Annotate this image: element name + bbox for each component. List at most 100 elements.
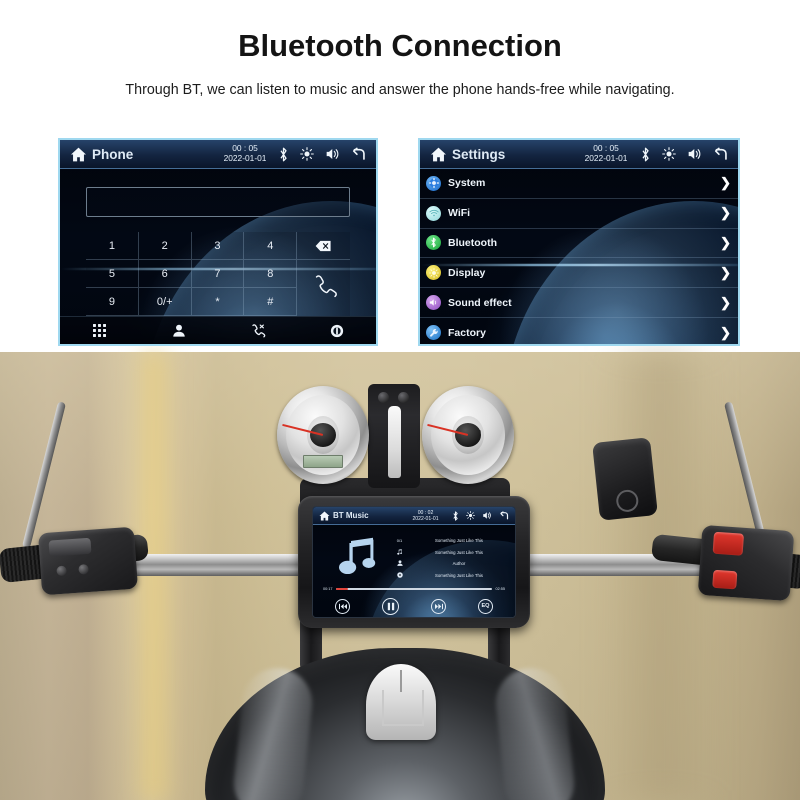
key-star[interactable]: * — [191, 288, 245, 316]
motorcycle-photo: km/h r/min x1000 — [0, 0, 800, 800]
playback-progress[interactable]: 00:17 02:55 — [323, 587, 505, 591]
home-icon[interactable] — [424, 147, 452, 162]
track-index-text: Something Just Like This — [435, 538, 483, 544]
track-index-row: 0/1 Something Just Like This — [395, 535, 509, 547]
key-5[interactable]: 5 — [86, 260, 139, 288]
music-title: BT Music — [333, 511, 369, 520]
volume-icon[interactable] — [687, 147, 702, 161]
next-track-icon[interactable] — [431, 598, 446, 614]
engine-kill-switch — [712, 531, 745, 556]
key-4[interactable]: 4 — [244, 232, 298, 260]
dial-keypad[interactable]: 1 2 3 4 5 6 7 8 9 0/+ * # — [86, 232, 350, 316]
bluetooth-icon[interactable] — [452, 510, 459, 521]
contacts-icon[interactable] — [139, 317, 218, 344]
turn-signal-lever — [48, 537, 92, 557]
phone-clock: 00 : 05 2022-01-01 — [212, 143, 278, 164]
bluetooth-icon[interactable] — [278, 147, 289, 162]
tachometer-ring: r/min x1000 — [431, 395, 505, 475]
equalizer-icon[interactable]: EQ — [478, 598, 493, 614]
brightness-icon[interactable] — [662, 147, 676, 161]
key-6[interactable]: 6 — [138, 260, 192, 288]
artist-row: Author — [395, 558, 509, 570]
sidebar-item-label: Display — [448, 266, 486, 279]
music-note-icon — [395, 548, 404, 556]
settings-status-icons — [640, 147, 734, 162]
dialpad-icon[interactable] — [60, 317, 139, 344]
playback-controls[interactable]: EQ — [319, 595, 509, 617]
settings-gear-icon[interactable] — [297, 317, 376, 344]
sidebar-item-display[interactable]: Display ❯ — [420, 258, 738, 289]
phone-topbar: Phone 00 : 05 2022-01-01 — [60, 140, 376, 169]
wifi-icon — [426, 205, 441, 221]
clock-date: 2022-01-01 — [223, 153, 267, 163]
speedometer-face: km/h — [307, 416, 339, 454]
bluetooth-icon[interactable] — [640, 147, 651, 162]
header: Bluetooth Connection Through BT, we can … — [0, 0, 800, 98]
backspace-icon[interactable] — [297, 232, 350, 260]
volume-icon[interactable] — [482, 511, 492, 520]
total-time: 02:55 — [495, 587, 505, 591]
sidebar-item-label: Factory — [448, 326, 486, 339]
settings-screen[interactable]: Settings 00 : 05 2022-01-01 System ❯ WiF… — [418, 138, 740, 346]
speedometer-hub — [310, 423, 336, 447]
key-1[interactable]: 1 — [86, 232, 139, 260]
artist-text: Author — [452, 561, 466, 567]
album-text: Something Just Like This — [435, 572, 483, 578]
elapsed-time: 00:17 — [323, 587, 333, 591]
settings-clock: 00 : 05 2022-01-01 — [572, 143, 640, 164]
bt-music-screen[interactable]: BT Music 00 : 02 2022-01-01 0/1 Somethin… — [312, 506, 516, 618]
brake-fluid-reservoir — [592, 437, 658, 521]
cluster-center-panel — [368, 384, 420, 488]
clock-date: 2022-01-01 — [584, 153, 628, 163]
speedometer: km/h — [277, 386, 369, 484]
album-row: Something Just Like This — [395, 570, 509, 582]
brightness-icon[interactable] — [466, 511, 475, 520]
sidebar-item-sound-effect[interactable]: Sound effect ❯ — [420, 288, 738, 318]
back-icon[interactable] — [713, 147, 728, 161]
key-3[interactable]: 3 — [191, 232, 245, 260]
start-button — [712, 569, 738, 590]
phone-bottom-nav[interactable] — [60, 316, 376, 344]
instrument-cluster: km/h r/min x1000 — [272, 378, 532, 498]
phone-screen[interactable]: Phone 00 : 05 2022-01-01 1 2 3 4 5 6 7 8… — [58, 138, 378, 346]
settings-list[interactable]: System ❯ WiFi ❯ Bluetooth ❯ Display ❯ So… — [420, 169, 738, 344]
wall-light-band — [135, 352, 175, 800]
chevron-right-icon: ❯ — [720, 294, 731, 310]
key-hash[interactable]: # — [244, 288, 298, 316]
key-9[interactable]: 9 — [86, 288, 139, 316]
music-topbar: BT Music 00 : 02 2022-01-01 — [313, 507, 515, 525]
pause-icon[interactable] — [382, 597, 399, 615]
back-icon[interactable] — [351, 147, 366, 161]
back-icon[interactable] — [499, 511, 509, 520]
brightness-icon[interactable] — [300, 147, 314, 161]
sidebar-item-system[interactable]: System ❯ — [420, 169, 738, 199]
key-2[interactable]: 2 — [138, 232, 192, 260]
sidebar-item-bluetooth[interactable]: Bluetooth ❯ — [420, 229, 738, 259]
left-switch-housing — [37, 526, 139, 596]
call-log-icon[interactable] — [218, 317, 297, 344]
tachometer-hub — [455, 423, 481, 447]
call-icon[interactable] — [297, 260, 350, 316]
indicator-lamp-right — [398, 392, 409, 403]
key-0-plus[interactable]: 0/+ — [138, 288, 192, 316]
odometer-lcd — [303, 455, 343, 468]
track-title-row: Something Just Like This — [395, 547, 509, 559]
tachometer: r/min x1000 — [422, 386, 514, 484]
right-switch-housing — [697, 524, 795, 602]
volume-icon[interactable] — [325, 147, 340, 161]
sidebar-item-factory[interactable]: Factory ❯ — [420, 318, 738, 344]
phone-status-icons — [278, 147, 372, 162]
home-icon[interactable] — [315, 510, 333, 521]
dialed-number-field[interactable] — [86, 187, 350, 217]
clock-date: 2022-01-01 — [412, 515, 439, 522]
home-icon[interactable] — [64, 147, 92, 162]
sidebar-item-wifi[interactable]: WiFi ❯ — [420, 199, 738, 229]
sidebar-item-label: Bluetooth — [448, 236, 497, 249]
gear-icon — [426, 175, 441, 191]
progress-bar[interactable] — [335, 588, 493, 590]
key-7[interactable]: 7 — [191, 260, 245, 288]
key-8[interactable]: 8 — [244, 260, 298, 288]
previous-track-icon[interactable] — [335, 598, 350, 614]
chevron-right-icon: ❯ — [720, 324, 731, 340]
chevron-right-icon: ❯ — [720, 264, 731, 280]
